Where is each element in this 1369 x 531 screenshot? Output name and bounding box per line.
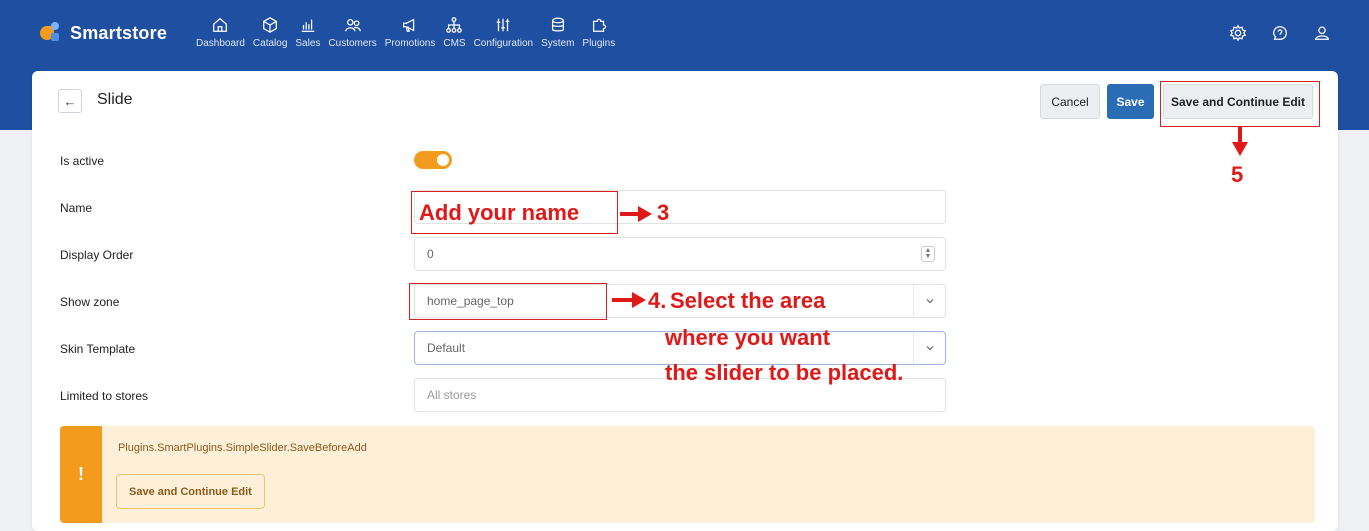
nav-label: CMS bbox=[443, 38, 466, 49]
chart-icon bbox=[301, 19, 315, 32]
save-button[interactable]: Save bbox=[1107, 84, 1154, 119]
home-icon bbox=[213, 17, 228, 32]
nav-cms[interactable]: CMS bbox=[439, 16, 469, 49]
back-button[interactable]: ← bbox=[58, 89, 82, 113]
sitemap-icon bbox=[446, 17, 463, 33]
name-annotation-text: Add your name bbox=[419, 200, 580, 225]
help-icon[interactable] bbox=[1271, 24, 1289, 42]
is-active-label: Is active bbox=[60, 154, 105, 168]
is-active-toggle[interactable] bbox=[414, 151, 452, 169]
nav-dashboard[interactable]: Dashboard bbox=[192, 16, 249, 49]
brand-logo-icon bbox=[40, 22, 62, 44]
zone-annotation-line1: Select the area bbox=[670, 288, 826, 313]
chevron-down-icon bbox=[913, 285, 945, 317]
arrowhead-icon bbox=[638, 206, 652, 222]
nav-promotions[interactable]: Promotions bbox=[381, 16, 440, 49]
nav-label: System bbox=[541, 38, 575, 49]
main-nav: Dashboard Catalog Sales Customers Promot… bbox=[192, 16, 619, 49]
nav-label: Plugins bbox=[582, 38, 616, 49]
chevron-down-icon bbox=[913, 332, 945, 364]
limited-stores-label: Limited to stores bbox=[60, 389, 149, 403]
zone-step-number: 4. bbox=[648, 288, 667, 313]
save-annotation-box bbox=[1160, 81, 1320, 127]
skin-template-label: Skin Template bbox=[60, 342, 136, 356]
puzzle-icon bbox=[592, 18, 606, 32]
nav-label: Customers bbox=[328, 38, 377, 49]
gear-icon[interactable] bbox=[1229, 24, 1247, 42]
nav-label: Configuration bbox=[473, 38, 534, 49]
database-icon bbox=[551, 17, 564, 32]
nav-configuration[interactable]: Configuration bbox=[470, 16, 537, 49]
box-icon bbox=[263, 17, 278, 33]
warning-icon: ! bbox=[60, 426, 102, 523]
brand-name: Smartstore bbox=[70, 22, 168, 43]
display-order-value: 0 bbox=[427, 247, 434, 261]
alert-text: Plugins.SmartPlugins.SimpleSlider.SaveBe… bbox=[118, 442, 367, 454]
nav-plugins[interactable]: Plugins bbox=[578, 16, 619, 49]
nav-system[interactable]: System bbox=[537, 16, 578, 49]
display-order-label: Display Order bbox=[60, 248, 134, 262]
nav-label: Promotions bbox=[384, 38, 436, 49]
name-label: Name bbox=[60, 201, 93, 215]
display-order-input[interactable]: 0 ▲ ▼ bbox=[414, 237, 946, 271]
brand[interactable]: Smartstore bbox=[40, 22, 167, 44]
nav-label: Sales bbox=[295, 38, 321, 49]
zone-annotation-line2: where you want bbox=[665, 325, 831, 350]
nav-catalog[interactable]: Catalog bbox=[249, 16, 291, 49]
save-step-number: 5 bbox=[1231, 162, 1244, 187]
spinner-icon[interactable]: ▲ ▼ bbox=[921, 246, 935, 262]
users-icon bbox=[344, 18, 361, 32]
nav-customers[interactable]: Customers bbox=[324, 16, 380, 49]
nav-label: Dashboard bbox=[196, 38, 245, 49]
show-zone-label: Show zone bbox=[60, 295, 120, 309]
user-icon[interactable] bbox=[1313, 24, 1331, 42]
arrowhead-icon bbox=[1232, 142, 1248, 156]
alert-save-continue-button[interactable]: Save and Continue Edit bbox=[116, 474, 265, 509]
nav-sales[interactable]: Sales bbox=[291, 16, 324, 49]
arrow-left-icon: ← bbox=[63, 93, 77, 109]
cancel-button[interactable]: Cancel bbox=[1040, 84, 1100, 119]
zone-annotation-line3: the slider to be placed. bbox=[665, 360, 904, 385]
top-right-tools bbox=[1229, 24, 1331, 42]
name-step-number: 3 bbox=[657, 200, 670, 225]
arrowhead-icon bbox=[632, 292, 646, 308]
sliders-icon bbox=[497, 18, 510, 32]
megaphone-icon bbox=[403, 18, 415, 32]
zone-annotation-box bbox=[409, 283, 607, 320]
page-title: Slide bbox=[97, 91, 133, 108]
nav-label: Catalog bbox=[252, 38, 288, 49]
save-before-add-alert: ! Plugins.SmartPlugins.SimpleSlider.Save… bbox=[60, 426, 1315, 523]
skin-template-value: Default bbox=[427, 341, 466, 355]
